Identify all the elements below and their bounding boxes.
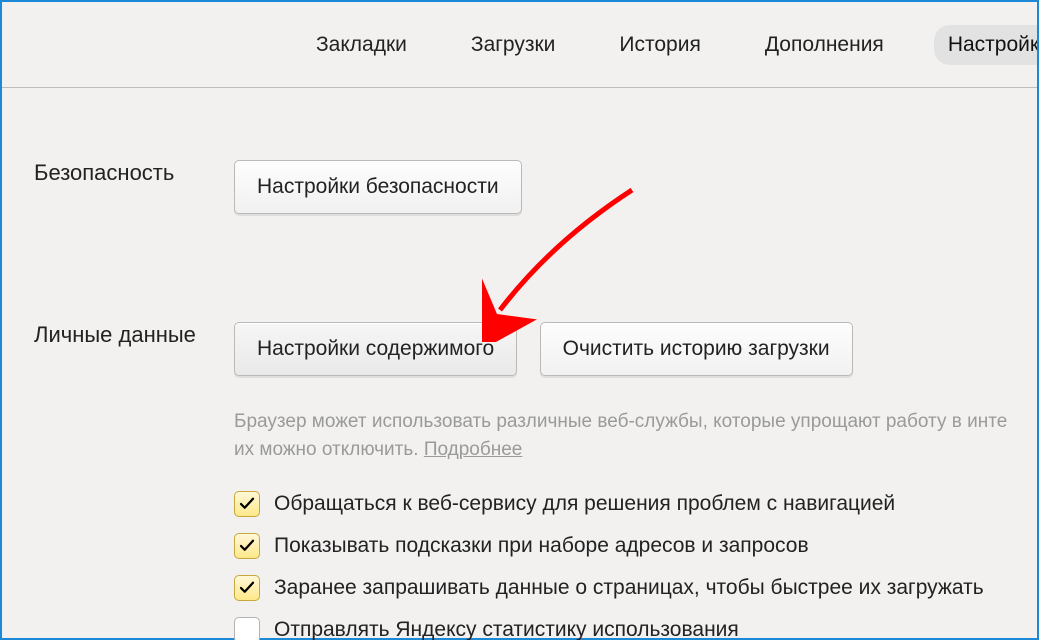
tab-history[interactable]: История	[605, 25, 714, 65]
check-label: Обращаться к веб-сервису для решения про…	[274, 492, 895, 516]
personal-checkboxes: Обращаться к веб-сервису для решения про…	[234, 463, 1037, 640]
check-label: Отправлять Яндексу статистику использова…	[274, 618, 739, 640]
tab-addons[interactable]: Дополнения	[751, 25, 898, 65]
tab-bookmarks[interactable]: Закладки	[302, 25, 421, 65]
section-personal: Личные данные Настройки содержимого Очис…	[2, 224, 1037, 640]
section-security-title: Безопасность	[2, 160, 234, 186]
check-navigation-help[interactable]: Обращаться к веб-сервису для решения про…	[234, 483, 1037, 525]
section-personal-title: Личные данные	[2, 322, 234, 348]
check-address-suggestions[interactable]: Показывать подсказки при наборе адресов …	[234, 525, 1037, 567]
tab-downloads[interactable]: Загрузки	[457, 25, 570, 65]
check-label: Заранее запрашивать данные о страницах, …	[274, 576, 984, 600]
checkbox-icon[interactable]	[234, 533, 260, 559]
hint-text-line2: их можно отключить.	[234, 439, 424, 460]
checkbox-icon[interactable]	[234, 617, 260, 640]
tab-settings[interactable]: Настройки	[934, 25, 1037, 65]
check-send-stats[interactable]: Отправлять Яндексу статистику использова…	[234, 609, 1037, 640]
web-services-hint: Браузер может использовать различные веб…	[234, 386, 1037, 463]
settings-content: Безопасность Настройки безопасности Личн…	[2, 88, 1037, 640]
check-prefetch-pages[interactable]: Заранее запрашивать данные о страницах, …	[234, 567, 1037, 609]
hint-more-link[interactable]: Подробнее	[424, 439, 523, 460]
section-security: Безопасность Настройки безопасности	[2, 88, 1037, 224]
check-label: Показывать подсказки при наборе адресов …	[274, 534, 809, 558]
content-settings-button[interactable]: Настройки содержимого	[234, 322, 517, 376]
checkbox-icon[interactable]	[234, 575, 260, 601]
checkbox-icon[interactable]	[234, 491, 260, 517]
clear-download-history-button[interactable]: Очистить историю загрузки	[540, 322, 853, 376]
security-settings-button[interactable]: Настройки безопасности	[234, 160, 522, 214]
top-tabs: Закладки Загрузки История Дополнения Нас…	[2, 2, 1037, 88]
hint-text-line1: Браузер может использовать различные веб…	[234, 411, 1007, 432]
